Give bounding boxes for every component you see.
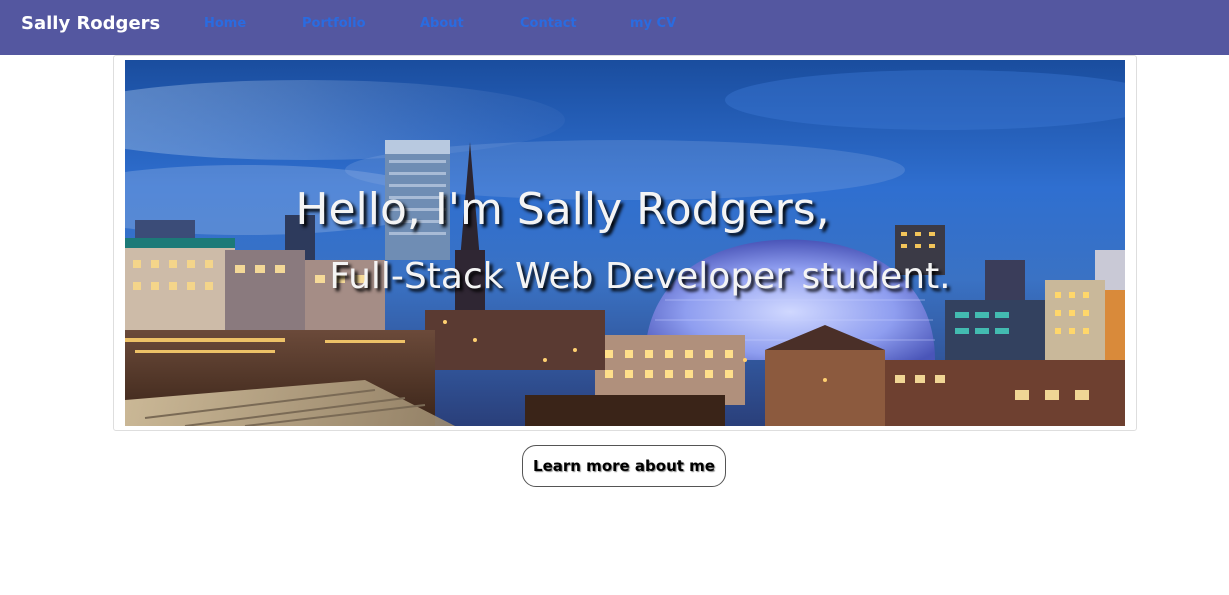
nav-about[interactable]: About (420, 16, 464, 31)
hero-subheading: Full-Stack Web Developer student. (329, 256, 951, 297)
nav-contact[interactable]: Contact (520, 16, 577, 31)
nav-cv[interactable]: my CV (630, 16, 676, 31)
brand-logo[interactable]: Sally Rodgers (21, 13, 160, 34)
navbar: Sally Rodgers Home Portfolio About Conta… (0, 0, 1229, 55)
hero-heading: Hello, I'm Sally Rodgers, (295, 184, 830, 235)
hero-image (125, 60, 1125, 426)
nav-home[interactable]: Home (204, 16, 246, 31)
nav-portfolio[interactable]: Portfolio (302, 16, 366, 31)
city-skyline-image (125, 60, 1125, 426)
learn-more-button[interactable]: Learn more about me (522, 445, 726, 487)
